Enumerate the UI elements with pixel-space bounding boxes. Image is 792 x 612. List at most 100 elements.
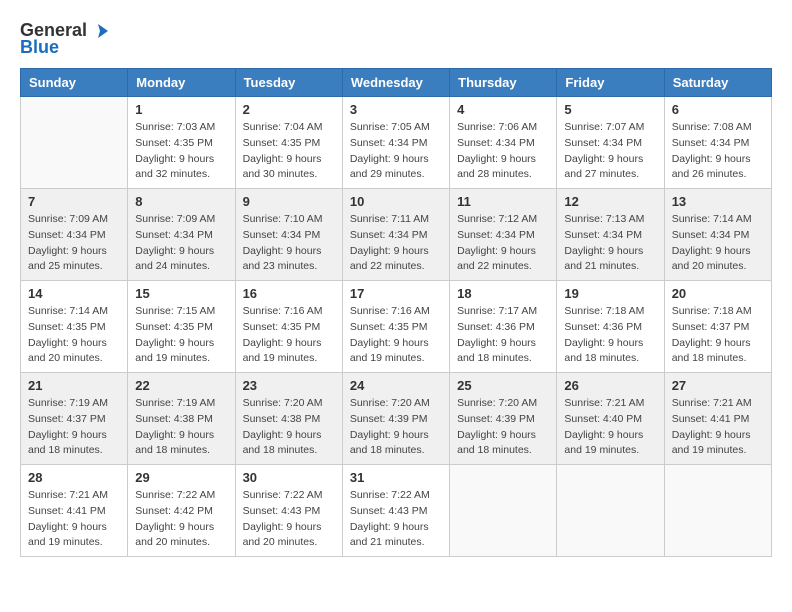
- day-info: Sunrise: 7:04 AM Sunset: 4:35 PM Dayligh…: [243, 120, 335, 183]
- day-info: Sunrise: 7:22 AM Sunset: 4:42 PM Dayligh…: [135, 488, 227, 551]
- day-number: 3: [350, 102, 442, 117]
- day-number: 21: [28, 378, 120, 393]
- day-number: 26: [564, 378, 656, 393]
- day-number: 17: [350, 286, 442, 301]
- calendar-day-cell: 17 Sunrise: 7:16 AM Sunset: 4:35 PM Dayli…: [342, 281, 449, 373]
- calendar-day-cell: 25 Sunrise: 7:20 AM Sunset: 4:39 PM Dayli…: [450, 373, 557, 465]
- day-number: 25: [457, 378, 549, 393]
- calendar-day-cell: 19 Sunrise: 7:18 AM Sunset: 4:36 PM Dayli…: [557, 281, 664, 373]
- day-info: Sunrise: 7:11 AM Sunset: 4:34 PM Dayligh…: [350, 212, 442, 275]
- day-info: Sunrise: 7:20 AM Sunset: 4:38 PM Dayligh…: [243, 396, 335, 459]
- day-number: 31: [350, 470, 442, 485]
- calendar-day-cell: 2 Sunrise: 7:04 AM Sunset: 4:35 PM Daylig…: [235, 97, 342, 189]
- calendar-header-thursday: Thursday: [450, 69, 557, 97]
- day-number: 24: [350, 378, 442, 393]
- calendar-day-cell: 13 Sunrise: 7:14 AM Sunset: 4:34 PM Dayli…: [664, 189, 771, 281]
- day-number: 27: [672, 378, 764, 393]
- day-number: 22: [135, 378, 227, 393]
- day-info: Sunrise: 7:09 AM Sunset: 4:34 PM Dayligh…: [28, 212, 120, 275]
- calendar-day-cell: 4Sunrise: 7:06 AM Sunset: 4:34 PM Daylig…: [450, 97, 557, 189]
- day-number: 6: [672, 102, 764, 117]
- calendar-day-cell: 20 Sunrise: 7:18 AM Sunset: 4:37 PM Dayli…: [664, 281, 771, 373]
- day-info: Sunrise: 7:09 AM Sunset: 4:34 PM Dayligh…: [135, 212, 227, 275]
- day-number: 16: [243, 286, 335, 301]
- day-info: Sunrise: 7:14 AM Sunset: 4:35 PM Dayligh…: [28, 304, 120, 367]
- day-info: Sunrise: 7:22 AM Sunset: 4:43 PM Dayligh…: [243, 488, 335, 551]
- calendar-header-wednesday: Wednesday: [342, 69, 449, 97]
- day-number: 23: [243, 378, 335, 393]
- day-number: 8: [135, 194, 227, 209]
- day-info: Sunrise: 7:21 AM Sunset: 4:41 PM Dayligh…: [672, 396, 764, 459]
- calendar-day-cell: 23 Sunrise: 7:20 AM Sunset: 4:38 PM Dayli…: [235, 373, 342, 465]
- calendar-day-cell: 30 Sunrise: 7:22 AM Sunset: 4:43 PM Dayli…: [235, 465, 342, 557]
- calendar-header-row: SundayMondayTuesdayWednesdayThursdayFrid…: [21, 69, 772, 97]
- day-info: Sunrise: 7:16 AM Sunset: 4:35 PM Dayligh…: [243, 304, 335, 367]
- calendar-day-cell: [21, 97, 128, 189]
- calendar-header-sunday: Sunday: [21, 69, 128, 97]
- calendar-day-cell: 9Sunrise: 7:10 AM Sunset: 4:34 PM Daylig…: [235, 189, 342, 281]
- day-info: Sunrise: 7:06 AM Sunset: 4:34 PM Dayligh…: [457, 120, 549, 183]
- calendar-day-cell: 27 Sunrise: 7:21 AM Sunset: 4:41 PM Dayli…: [664, 373, 771, 465]
- day-number: 20: [672, 286, 764, 301]
- day-info: Sunrise: 7:18 AM Sunset: 4:36 PM Dayligh…: [564, 304, 656, 367]
- day-number: 18: [457, 286, 549, 301]
- calendar-day-cell: [450, 465, 557, 557]
- calendar-day-cell: 28Sunrise: 7:21 AM Sunset: 4:41 PM Dayli…: [21, 465, 128, 557]
- calendar-week-row: 21 Sunrise: 7:19 AM Sunset: 4:37 PM Dayli…: [21, 373, 772, 465]
- calendar-day-cell: 29 Sunrise: 7:22 AM Sunset: 4:42 PM Dayli…: [128, 465, 235, 557]
- calendar-header-friday: Friday: [557, 69, 664, 97]
- day-info: Sunrise: 7:12 AM Sunset: 4:34 PM Dayligh…: [457, 212, 549, 275]
- calendar-day-cell: 8 Sunrise: 7:09 AM Sunset: 4:34 PM Daylig…: [128, 189, 235, 281]
- logo-bird-icon: [88, 22, 110, 40]
- calendar-day-cell: 14 Sunrise: 7:14 AM Sunset: 4:35 PM Dayli…: [21, 281, 128, 373]
- day-number: 15: [135, 286, 227, 301]
- day-number: 11: [457, 194, 549, 209]
- day-number: 14: [28, 286, 120, 301]
- day-info: Sunrise: 7:22 AM Sunset: 4:43 PM Dayligh…: [350, 488, 442, 551]
- day-info: Sunrise: 7:20 AM Sunset: 4:39 PM Dayligh…: [457, 396, 549, 459]
- day-info: Sunrise: 7:16 AM Sunset: 4:35 PM Dayligh…: [350, 304, 442, 367]
- calendar-day-cell: 5 Sunrise: 7:07 AM Sunset: 4:34 PM Daylig…: [557, 97, 664, 189]
- day-info: Sunrise: 7:15 AM Sunset: 4:35 PM Dayligh…: [135, 304, 227, 367]
- calendar-header-monday: Monday: [128, 69, 235, 97]
- day-info: Sunrise: 7:07 AM Sunset: 4:34 PM Dayligh…: [564, 120, 656, 183]
- calendar-header-tuesday: Tuesday: [235, 69, 342, 97]
- day-number: 30: [243, 470, 335, 485]
- day-info: Sunrise: 7:13 AM Sunset: 4:34 PM Dayligh…: [564, 212, 656, 275]
- day-info: Sunrise: 7:19 AM Sunset: 4:38 PM Dayligh…: [135, 396, 227, 459]
- day-number: 13: [672, 194, 764, 209]
- calendar-week-row: 14 Sunrise: 7:14 AM Sunset: 4:35 PM Dayli…: [21, 281, 772, 373]
- calendar-day-cell: 11 Sunrise: 7:12 AM Sunset: 4:34 PM Dayli…: [450, 189, 557, 281]
- calendar-day-cell: 10 Sunrise: 7:11 AM Sunset: 4:34 PM Dayli…: [342, 189, 449, 281]
- day-number: 10: [350, 194, 442, 209]
- day-number: 12: [564, 194, 656, 209]
- calendar-day-cell: 7 Sunrise: 7:09 AM Sunset: 4:34 PM Daylig…: [21, 189, 128, 281]
- calendar-day-cell: 22 Sunrise: 7:19 AM Sunset: 4:38 PM Dayli…: [128, 373, 235, 465]
- day-info: Sunrise: 7:20 AM Sunset: 4:39 PM Dayligh…: [350, 396, 442, 459]
- day-number: 5: [564, 102, 656, 117]
- day-number: 29: [135, 470, 227, 485]
- logo-blue-text: Blue: [20, 37, 59, 58]
- day-info: Sunrise: 7:14 AM Sunset: 4:34 PM Dayligh…: [672, 212, 764, 275]
- day-info: Sunrise: 7:19 AM Sunset: 4:37 PM Dayligh…: [28, 396, 120, 459]
- day-number: 19: [564, 286, 656, 301]
- calendar-day-cell: [664, 465, 771, 557]
- calendar-day-cell: 16 Sunrise: 7:16 AM Sunset: 4:35 PM Dayli…: [235, 281, 342, 373]
- day-info: Sunrise: 7:17 AM Sunset: 4:36 PM Dayligh…: [457, 304, 549, 367]
- calendar-day-cell: [557, 465, 664, 557]
- day-number: 7: [28, 194, 120, 209]
- calendar-day-cell: 21 Sunrise: 7:19 AM Sunset: 4:37 PM Dayli…: [21, 373, 128, 465]
- calendar-week-row: 28Sunrise: 7:21 AM Sunset: 4:41 PM Dayli…: [21, 465, 772, 557]
- day-number: 1: [135, 102, 227, 117]
- day-info: Sunrise: 7:08 AM Sunset: 4:34 PM Dayligh…: [672, 120, 764, 183]
- day-number: 2: [243, 102, 335, 117]
- day-number: 28: [28, 470, 120, 485]
- calendar-day-cell: 3Sunrise: 7:05 AM Sunset: 4:34 PM Daylig…: [342, 97, 449, 189]
- calendar-day-cell: 15 Sunrise: 7:15 AM Sunset: 4:35 PM Dayli…: [128, 281, 235, 373]
- day-info: Sunrise: 7:03 AM Sunset: 4:35 PM Dayligh…: [135, 120, 227, 183]
- calendar-day-cell: 12 Sunrise: 7:13 AM Sunset: 4:34 PM Dayli…: [557, 189, 664, 281]
- day-info: Sunrise: 7:18 AM Sunset: 4:37 PM Dayligh…: [672, 304, 764, 367]
- day-info: Sunrise: 7:21 AM Sunset: 4:40 PM Dayligh…: [564, 396, 656, 459]
- day-info: Sunrise: 7:10 AM Sunset: 4:34 PM Dayligh…: [243, 212, 335, 275]
- calendar-day-cell: 31 Sunrise: 7:22 AM Sunset: 4:43 PM Dayli…: [342, 465, 449, 557]
